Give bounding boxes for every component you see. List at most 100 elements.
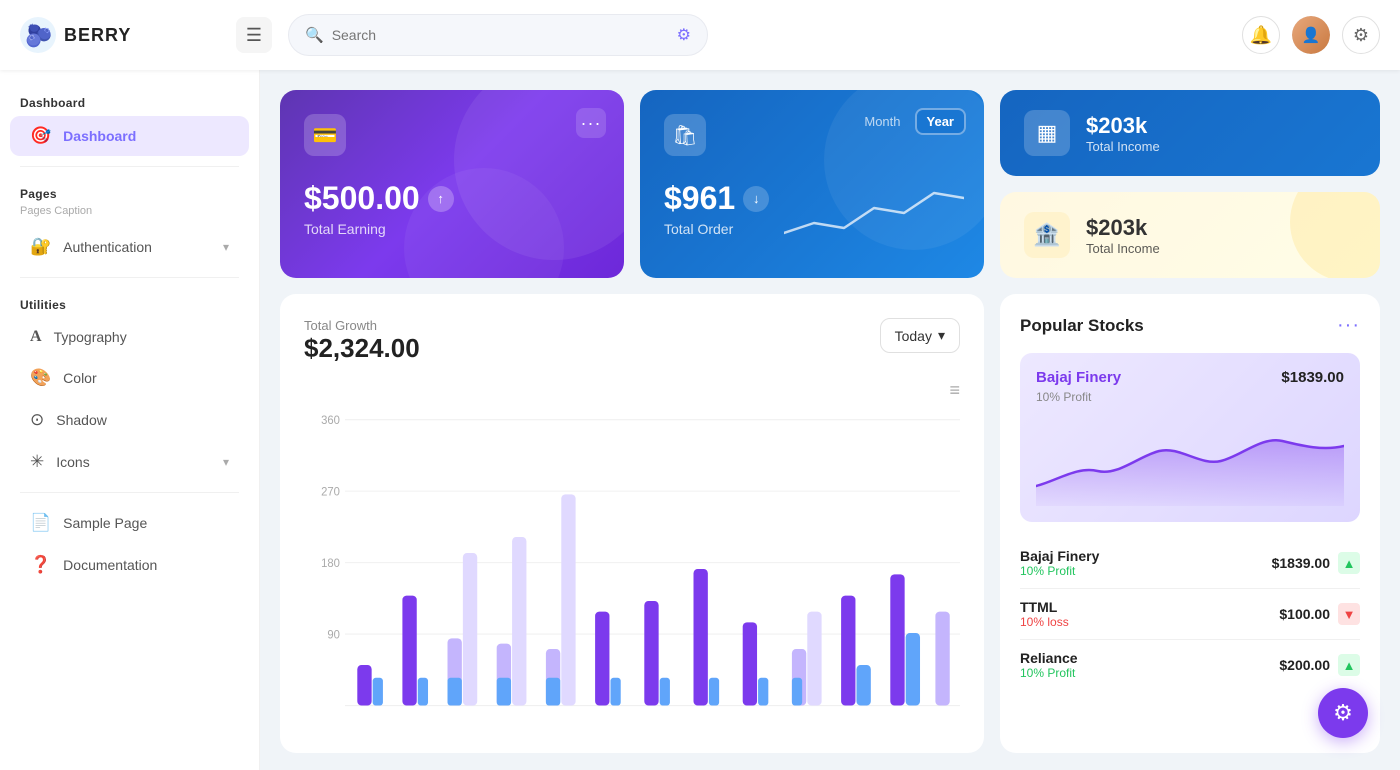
- stock-price-ttml: $100.00: [1279, 606, 1330, 622]
- menu-button[interactable]: ☰: [236, 17, 272, 53]
- growth-title-area: Total Growth $2,324.00: [304, 318, 420, 364]
- stat2-bg: [1290, 192, 1380, 278]
- stock-name-reliance: Reliance: [1020, 650, 1078, 666]
- stock-info-bajaj: Bajaj Finery 10% Profit: [1020, 548, 1099, 578]
- year-toggle[interactable]: Year: [915, 108, 966, 135]
- total-earning-card: 💳 ··· $500.00 ↑ Total Earning: [280, 90, 624, 278]
- bajaj-chart: [1036, 416, 1344, 506]
- stock-row: Reliance 10% Profit $200.00 ▲: [1020, 640, 1360, 690]
- stock-row: Bajaj Finery 10% Profit $1839.00 ▲: [1020, 538, 1360, 589]
- svg-text:360: 360: [321, 415, 340, 427]
- month-toggle[interactable]: Month: [854, 110, 910, 133]
- bajaj-featured-price: $1839.00: [1281, 369, 1344, 386]
- filter-icon[interactable]: ⚙: [677, 25, 691, 45]
- sidebar: Dashboard 🎯 Dashboard Pages Pages Captio…: [0, 70, 260, 770]
- stat2-label: Total Income: [1086, 241, 1160, 256]
- main-content: 💳 ··· $500.00 ↑ Total Earning 🛍 Month Ye…: [260, 70, 1400, 770]
- cash-icon: 🏦: [1033, 222, 1060, 248]
- body-layout: Dashboard 🎯 Dashboard Pages Pages Captio…: [0, 70, 1400, 770]
- earning-card-icon: 💳: [304, 114, 346, 156]
- stocks-title: Popular Stocks: [1020, 316, 1144, 336]
- stock-arrow-up-2-icon: ▲: [1338, 654, 1360, 676]
- topbar-right: 🔔 👤 ⚙: [1242, 16, 1380, 54]
- dashboard-icon: 🎯: [30, 126, 51, 146]
- bajaj-featured-profit: 10% Profit: [1036, 390, 1344, 404]
- stat2-amount: $203k: [1086, 215, 1160, 241]
- auth-icon: 🔐: [30, 237, 51, 257]
- stat1-label: Total Income: [1086, 139, 1160, 154]
- shadow-icon: ⊙: [30, 410, 44, 430]
- section-label-pages: Pages: [0, 177, 259, 205]
- sidebar-divider-2: [20, 277, 239, 278]
- sidebar-item-shadow[interactable]: ⊙ Shadow: [10, 400, 249, 440]
- right-stats: ▦ $203k Total Income 🏦 $203k Total Incom…: [1000, 90, 1380, 278]
- section-caption-pages: Pages Caption: [0, 205, 259, 225]
- today-button-label: Today: [895, 328, 932, 344]
- chart-menu-icon[interactable]: ≡: [949, 380, 960, 401]
- section-label-utilities: Utilities: [0, 288, 259, 316]
- sidebar-item-docs-label: Documentation: [63, 557, 229, 573]
- search-bar: 🔍 ⚙: [288, 14, 708, 56]
- documentation-icon: ❓: [30, 555, 51, 575]
- earning-card-menu-button[interactable]: ···: [576, 108, 606, 138]
- stock-price-reliance: $200.00: [1279, 657, 1330, 673]
- earning-amount-value: $500.00: [304, 180, 420, 217]
- stock-row: TTML 10% loss $100.00 ▼: [1020, 589, 1360, 640]
- month-year-toggle: Month Year: [854, 108, 966, 135]
- topbar: 🫐 BERRY ☰ 🔍 ⚙ 🔔 👤 ⚙: [0, 0, 1400, 70]
- sidebar-item-dashboard[interactable]: 🎯 Dashboard: [10, 116, 249, 156]
- cards-row: 💳 ··· $500.00 ↑ Total Earning 🛍 Month Ye…: [280, 90, 1380, 278]
- stat-card-1: ▦ $203k Total Income: [1000, 90, 1380, 176]
- stock-right-reliance: $200.00 ▲: [1279, 654, 1360, 676]
- search-input[interactable]: [332, 27, 677, 43]
- stock-info-reliance: Reliance 10% Profit: [1020, 650, 1078, 680]
- avatar[interactable]: 👤: [1292, 16, 1330, 54]
- sidebar-item-sample-page[interactable]: 📄 Sample Page: [10, 503, 249, 543]
- stat1-text: $203k Total Income: [1086, 113, 1160, 154]
- typography-icon: A: [30, 328, 42, 346]
- section-label-dashboard: Dashboard: [0, 86, 259, 114]
- today-button[interactable]: Today ▾: [880, 318, 960, 353]
- svg-text:🫐: 🫐: [25, 23, 52, 48]
- icons-icon: ✳: [30, 452, 44, 472]
- growth-title: Total Growth: [304, 318, 420, 333]
- stocks-header: Popular Stocks ···: [1020, 314, 1360, 337]
- growth-card: Total Growth $2,324.00 Today ▾ ≡: [280, 294, 984, 753]
- app-name: BERRY: [64, 25, 131, 46]
- chevron-down-icon: ▾: [223, 240, 229, 254]
- svg-text:90: 90: [327, 629, 340, 641]
- order-chart: [784, 173, 964, 258]
- sidebar-item-label: Dashboard: [63, 128, 229, 144]
- stock-info-ttml: TTML 10% loss: [1020, 599, 1069, 629]
- wallet-icon: 💳: [313, 123, 338, 148]
- stock-profit-bajaj: 10% Profit: [1020, 564, 1099, 578]
- bar-chart-container: 360 270 180 90: [304, 409, 960, 729]
- stat2-icon: 🏦: [1024, 212, 1070, 258]
- sidebar-item-authentication[interactable]: 🔐 Authentication ▾: [10, 227, 249, 267]
- sidebar-item-icons-label: Icons: [56, 454, 211, 470]
- settings-button[interactable]: ⚙: [1342, 16, 1380, 54]
- avatar-image: 👤: [1292, 16, 1330, 54]
- sidebar-item-color-label: Color: [63, 370, 229, 386]
- fab-icon: ⚙: [1333, 700, 1353, 726]
- chevron-icons-icon: ▾: [223, 455, 229, 469]
- bajaj-featured-name: Bajaj Finery: [1036, 369, 1121, 386]
- sidebar-item-typography[interactable]: A Typography: [10, 318, 249, 356]
- order-amount-value: $961: [664, 180, 735, 217]
- sidebar-item-typography-label: Typography: [54, 329, 229, 345]
- total-order-card: 🛍 Month Year $961 ↓ Total Order: [640, 90, 984, 278]
- sidebar-item-documentation[interactable]: ❓ Documentation: [10, 545, 249, 585]
- notification-button[interactable]: 🔔: [1242, 16, 1280, 54]
- bajaj-featured-card: Bajaj Finery $1839.00 10% Profit: [1020, 353, 1360, 522]
- stock-profit-reliance: 10% Profit: [1020, 666, 1078, 680]
- color-icon: 🎨: [30, 368, 51, 388]
- sidebar-item-color[interactable]: 🎨 Color: [10, 358, 249, 398]
- svg-text:180: 180: [321, 558, 340, 570]
- stat-card-2: 🏦 $203k Total Income: [1000, 192, 1380, 278]
- sidebar-item-icons[interactable]: ✳ Icons ▾: [10, 442, 249, 482]
- gear-icon: ⚙: [1353, 25, 1369, 46]
- stock-name-ttml: TTML: [1020, 599, 1069, 615]
- trend-down-icon: ↓: [743, 186, 769, 212]
- fab-button[interactable]: ⚙: [1318, 688, 1368, 738]
- stocks-menu-icon[interactable]: ···: [1337, 314, 1360, 337]
